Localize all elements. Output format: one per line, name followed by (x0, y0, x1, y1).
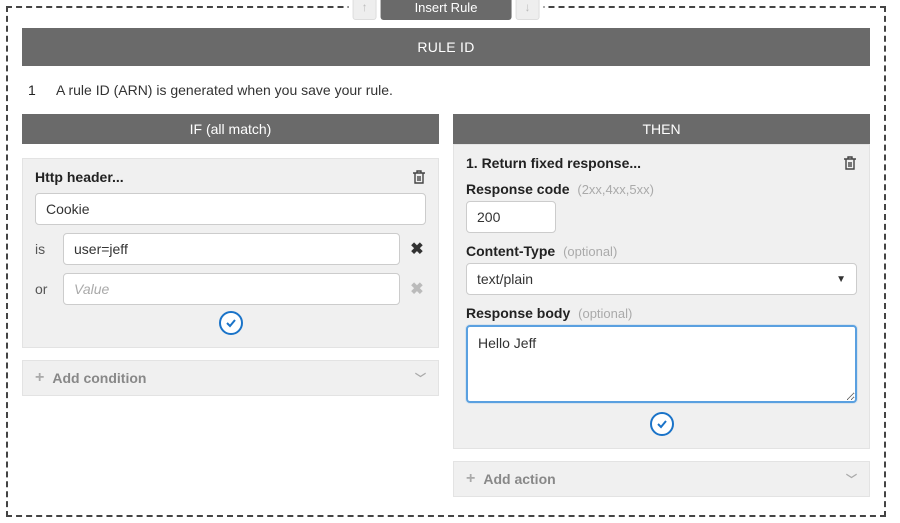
condition-panel: Http header... is ✖ (22, 158, 439, 348)
insert-rule-label: Insert Rule (415, 0, 478, 15)
action-panel: 1. Return fixed response... Response cod… (453, 144, 870, 449)
rule-id-header: RULE ID (22, 28, 870, 66)
plus-icon: + (35, 369, 44, 387)
delete-condition-button[interactable] (412, 169, 426, 185)
caret-down-icon: ▼ (836, 274, 846, 285)
add-condition-label: Add condition (52, 370, 146, 386)
chevron-down-icon: ﹀ (846, 471, 857, 487)
rule-id-header-label: RULE ID (417, 39, 474, 55)
response-body-hint: (optional) (578, 306, 632, 321)
content-type-hint: (optional) (563, 244, 617, 259)
content-type-label: Content-Type (optional) (466, 243, 857, 259)
condition-title-text: Http header... (35, 169, 124, 185)
arrow-up-icon: ↑ (362, 0, 368, 14)
action-title: 1. Return fixed response... (466, 155, 641, 171)
rule-number: 1 (28, 82, 56, 98)
rule-columns: IF (all match) Http header... is (22, 114, 870, 497)
condition-title: Http header... (35, 169, 124, 185)
rule-id-info-text: A rule ID (ARN) is generated when you sa… (56, 82, 393, 98)
response-body-input[interactable] (466, 325, 857, 403)
action-title-text: 1. Return fixed response... (466, 155, 641, 171)
insert-rule-button[interactable]: Insert Rule (381, 0, 512, 20)
delete-action-button[interactable] (843, 155, 857, 171)
remove-or-value-button[interactable]: ✖ (408, 279, 426, 299)
content-type-select[interactable]: text/plain ▼ (466, 263, 857, 295)
check-icon (656, 418, 668, 430)
content-type-value: text/plain (477, 271, 533, 287)
confirm-condition-button[interactable] (219, 311, 243, 335)
response-code-hint: (2xx,4xx,5xx) (577, 182, 654, 197)
header-value-or-input[interactable] (63, 273, 400, 305)
add-action-label: Add action (483, 471, 555, 487)
remove-value-button[interactable]: ✖ (408, 239, 426, 259)
rule-id-info-row: 1 A rule ID (ARN) is generated when you … (22, 66, 870, 114)
response-code-input[interactable] (466, 201, 556, 233)
trash-icon (412, 169, 426, 185)
response-code-label: Response code (2xx,4xx,5xx) (466, 181, 857, 197)
rule-editor-card: ↑ Insert Rule ↓ RULE ID 1 A rule ID (ARN… (6, 6, 886, 517)
arrow-down-icon: ↓ (524, 0, 530, 14)
trash-icon (843, 155, 857, 171)
if-column-header: IF (all match) (22, 114, 439, 144)
or-label: or (35, 281, 55, 297)
move-rule-up-button[interactable]: ↑ (353, 0, 377, 20)
if-column: IF (all match) Http header... is (22, 114, 439, 497)
then-column-header-label: THEN (642, 121, 680, 137)
move-rule-down-button[interactable]: ↓ (515, 0, 539, 20)
insert-rule-bar: ↑ Insert Rule ↓ (349, 0, 544, 20)
chevron-down-icon: ﹀ (415, 370, 426, 386)
header-value-is-input[interactable] (63, 233, 400, 265)
then-column-header: THEN (453, 114, 870, 144)
add-condition-button[interactable]: + Add condition ﹀ (22, 360, 439, 396)
check-icon (225, 317, 237, 329)
then-column: THEN 1. Return fixed response... Resp (453, 114, 870, 497)
if-column-header-label: IF (all match) (190, 121, 272, 137)
response-body-label: Response body (optional) (466, 305, 857, 321)
plus-icon: + (466, 470, 475, 488)
add-action-button[interactable]: + Add action ﹀ (453, 461, 870, 497)
is-label: is (35, 241, 55, 257)
confirm-action-button[interactable] (650, 412, 674, 436)
http-header-name-input[interactable] (35, 193, 426, 225)
